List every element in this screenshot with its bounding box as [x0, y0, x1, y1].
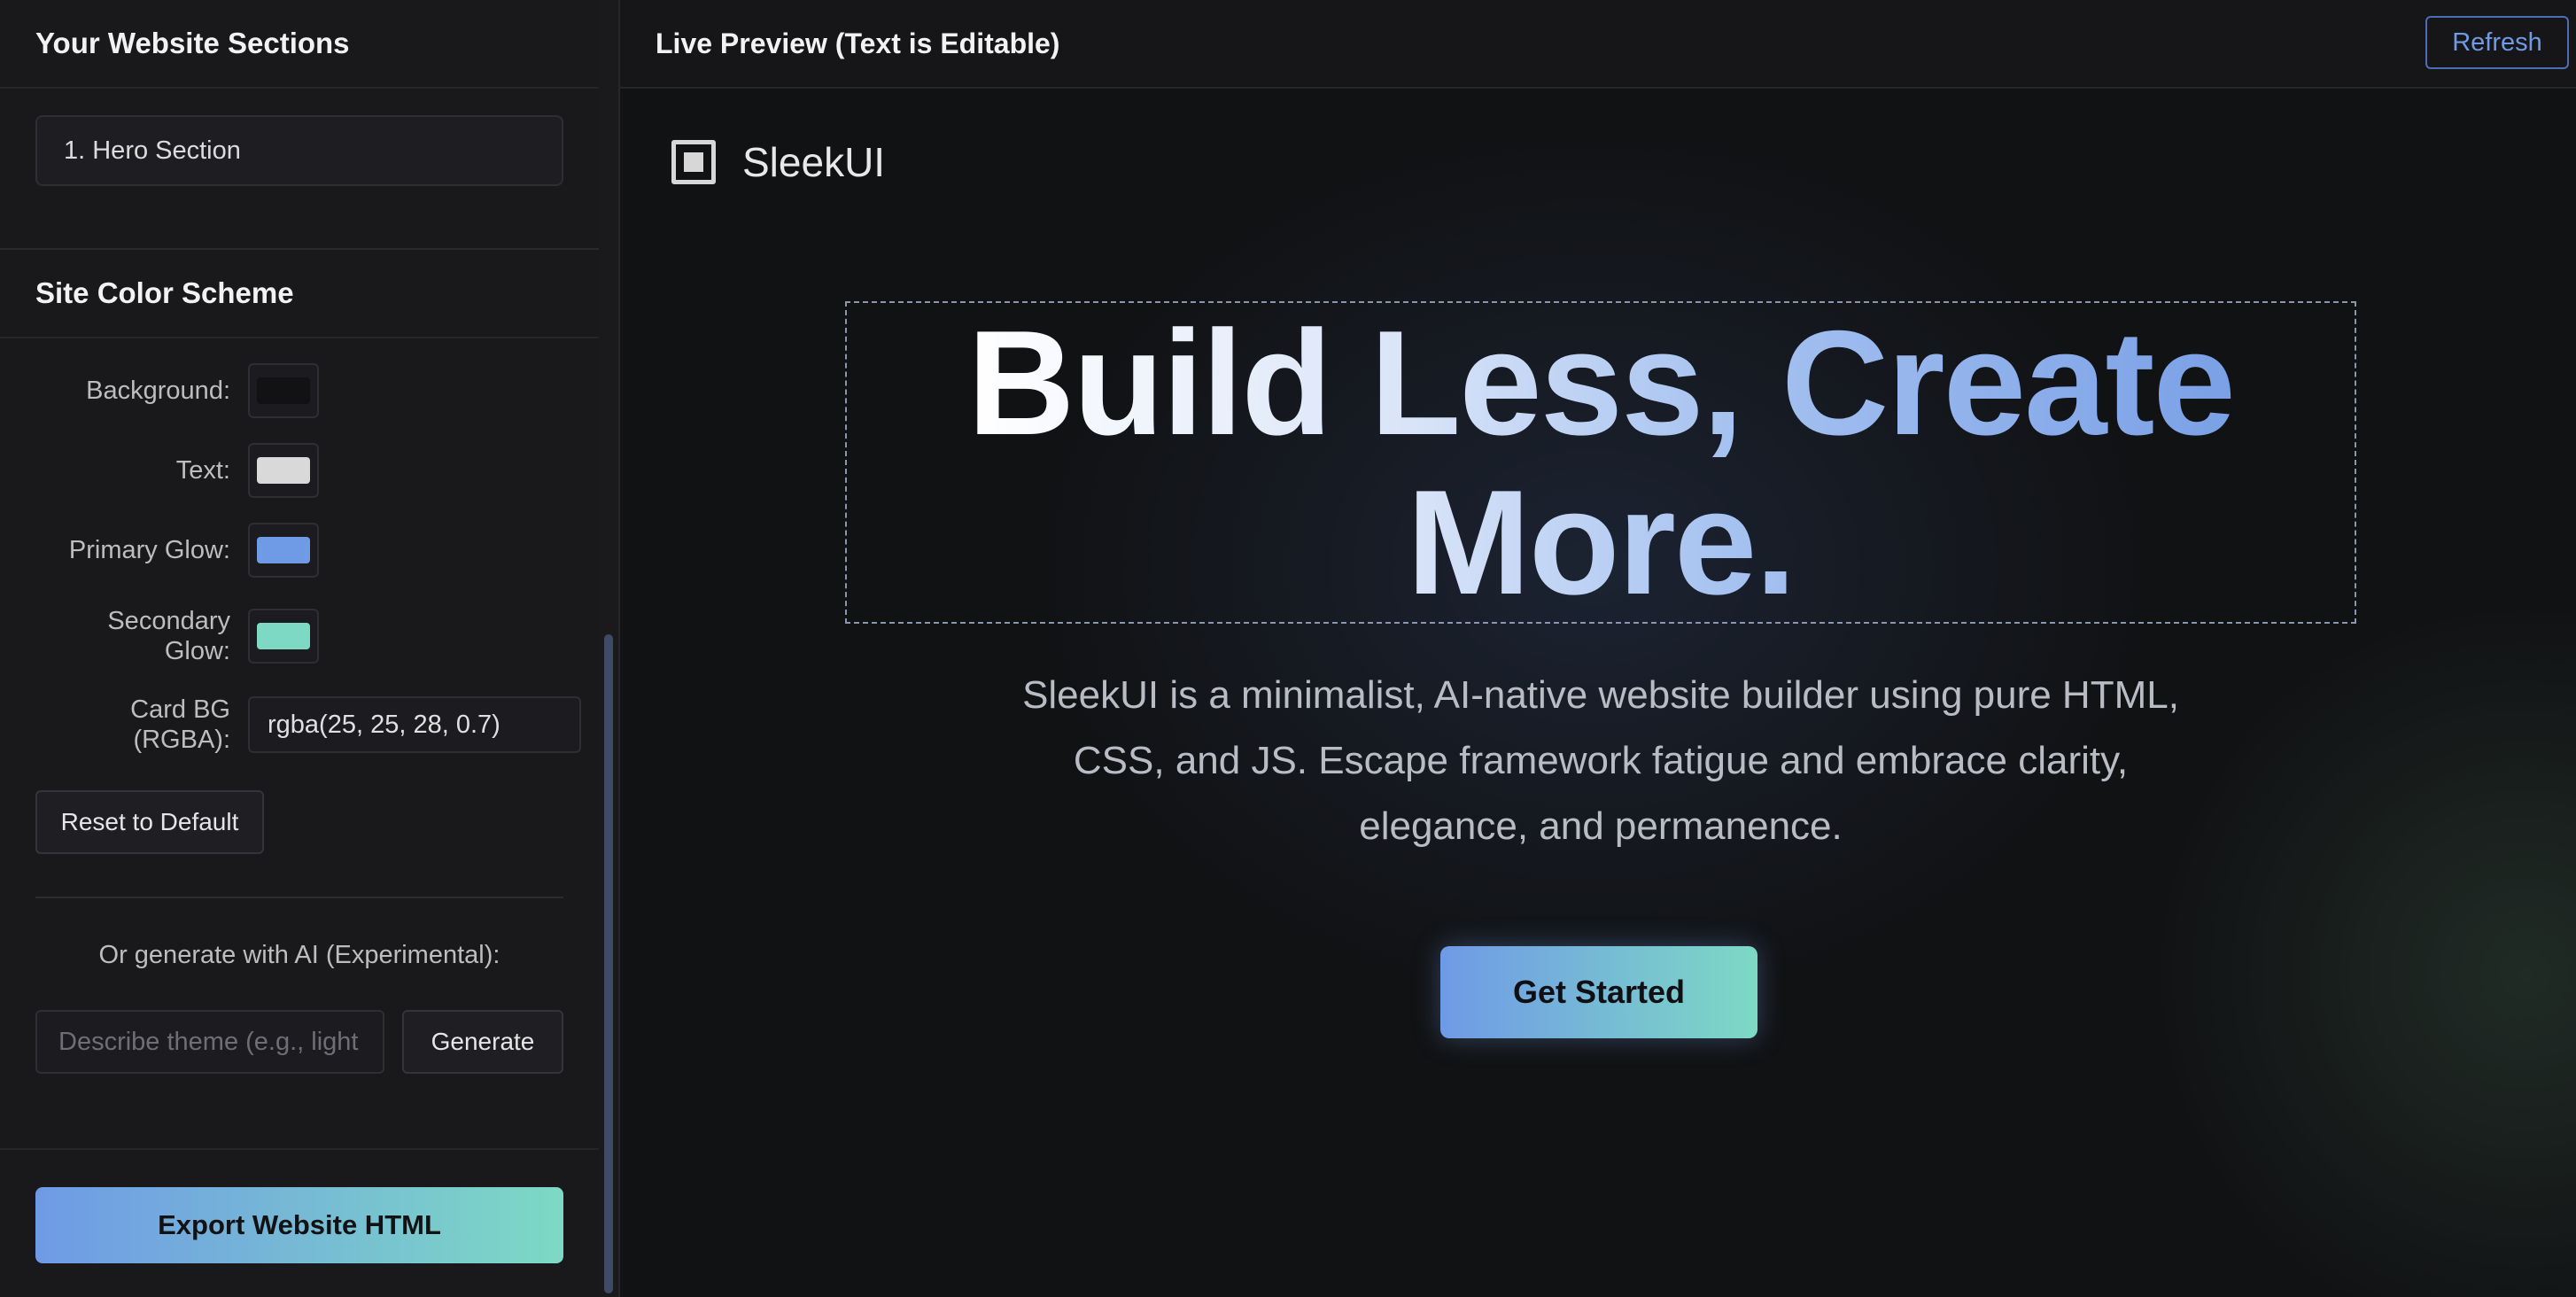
- color-row-background: Background:: [0, 363, 599, 418]
- sidebar: Your Website Sections 1. Hero Section Si…: [0, 0, 599, 1297]
- section-list: 1. Hero Section: [0, 89, 599, 250]
- card-bg-label: Card BG (RGBA):: [0, 695, 230, 755]
- get-started-button[interactable]: Get Started: [1440, 946, 1757, 1038]
- secondary-glow-label: Secondary Glow:: [0, 606, 230, 666]
- logo-text: SleekUI: [742, 139, 886, 185]
- preview-canvas: SleekUI Build Less, Create More. SleekUI…: [620, 89, 2576, 1297]
- hero-subtext[interactable]: SleekUI is a minimalist, AI-native websi…: [1001, 663, 2200, 859]
- sections-title: Your Website Sections: [0, 0, 599, 89]
- secondary-glow-picker[interactable]: [248, 609, 319, 664]
- text-color-picker[interactable]: [248, 443, 319, 498]
- sidebar-scrollbar[interactable]: [599, 0, 618, 1297]
- preview-title: Live Preview (Text is Editable): [656, 27, 1060, 59]
- export-footer: Export Website HTML: [0, 1148, 599, 1297]
- background-color-picker[interactable]: [248, 363, 319, 418]
- preview-header: Live Preview (Text is Editable) Refresh: [620, 0, 2576, 89]
- hero-headline-editable[interactable]: Build Less, Create More.: [845, 301, 2356, 624]
- background-color-label: Background:: [86, 377, 230, 405]
- reset-to-default-button[interactable]: Reset to Default: [35, 790, 264, 854]
- primary-glow-picker[interactable]: [248, 523, 319, 578]
- text-color-label: Text:: [175, 456, 230, 485]
- color-scheme-title: Site Color Scheme: [0, 250, 599, 338]
- generate-button[interactable]: Generate: [402, 1010, 563, 1074]
- primary-glow-label: Primary Glow:: [68, 536, 230, 564]
- refresh-button[interactable]: Refresh: [2425, 16, 2569, 69]
- color-row-secondary-glow: Secondary Glow:: [0, 606, 599, 666]
- background-swatch: [257, 377, 310, 404]
- scrollbar-thumb[interactable]: [604, 634, 613, 1293]
- secondary-glow-swatch: [257, 623, 310, 649]
- primary-glow-swatch: [257, 537, 310, 563]
- color-row-card-bg: Card BG (RGBA): rgba(25, 25, 28, 0.7): [0, 695, 599, 755]
- hero-headline: Build Less, Create More.: [967, 303, 2234, 622]
- ai-generate-label: Or generate with AI (Experimental):: [98, 941, 500, 969]
- theme-description-input[interactable]: Describe theme (e.g., light: [35, 1010, 384, 1074]
- divider: [35, 897, 563, 898]
- site-logo[interactable]: SleekUI: [671, 138, 885, 186]
- color-row-text: Text:: [0, 443, 599, 498]
- color-row-primary-glow: Primary Glow:: [0, 523, 599, 578]
- card-bg-label-line1: Card BG: [130, 695, 230, 724]
- text-swatch: [257, 457, 310, 484]
- logo-square-icon: [671, 140, 716, 184]
- live-preview-panel: Live Preview (Text is Editable) Refresh …: [618, 0, 2576, 1297]
- secondary-glow-label-line2: Glow:: [164, 637, 230, 665]
- card-bg-input[interactable]: rgba(25, 25, 28, 0.7): [248, 696, 581, 753]
- card-bg-label-line2: (RGBA):: [133, 726, 230, 754]
- app-root: Your Website Sections 1. Hero Section Si…: [0, 0, 2576, 1297]
- headline-line-1: Build Less, Create: [967, 299, 2234, 466]
- headline-line-2: More.: [1406, 459, 1796, 625]
- export-website-button[interactable]: Export Website HTML: [35, 1187, 563, 1263]
- secondary-glow-label-line1: Secondary: [107, 607, 230, 635]
- section-item-hero[interactable]: 1. Hero Section: [35, 115, 563, 186]
